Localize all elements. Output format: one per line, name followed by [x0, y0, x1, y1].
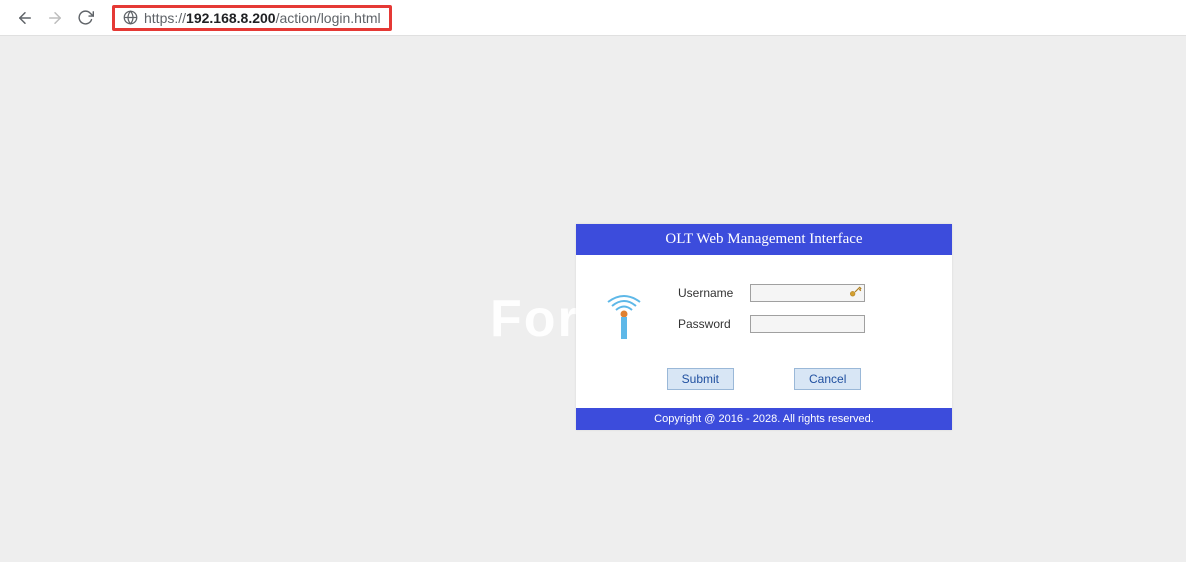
forward-button[interactable]	[40, 3, 70, 33]
panel-footer: Copyright @ 2016 - 2028. All rights rese…	[576, 408, 952, 430]
username-row: Username	[678, 283, 932, 302]
password-label: Password	[678, 317, 750, 331]
url-host: 192.168.8.200	[186, 10, 276, 26]
address-bar-highlight: https://192.168.8.200/action/login.html	[112, 5, 392, 31]
arrow-right-icon	[46, 9, 64, 27]
address-bar[interactable]: https://192.168.8.200/action/login.html	[144, 10, 381, 26]
password-input[interactable]	[750, 315, 865, 333]
submit-button[interactable]: Submit	[667, 368, 734, 390]
panel-body: Username Password Submi	[576, 255, 952, 408]
url-path: /action/login.html	[276, 10, 381, 26]
key-icon	[848, 285, 862, 299]
page-content: ForoISP OLT Web Management Interface Use	[0, 36, 1186, 562]
cancel-button[interactable]: Cancel	[794, 368, 861, 390]
login-panel: OLT Web Management Interface Username	[576, 224, 952, 430]
url-prefix: https://	[144, 10, 186, 26]
globe-icon	[123, 10, 138, 25]
antenna-icon	[600, 287, 648, 343]
back-button[interactable]	[10, 3, 40, 33]
password-row: Password	[678, 315, 932, 333]
reload-button[interactable]	[70, 3, 100, 33]
browser-toolbar: https://192.168.8.200/action/login.html	[0, 0, 1186, 36]
reload-icon	[77, 9, 94, 26]
panel-title: OLT Web Management Interface	[576, 224, 952, 255]
username-label: Username	[678, 286, 750, 300]
arrow-left-icon	[16, 9, 34, 27]
